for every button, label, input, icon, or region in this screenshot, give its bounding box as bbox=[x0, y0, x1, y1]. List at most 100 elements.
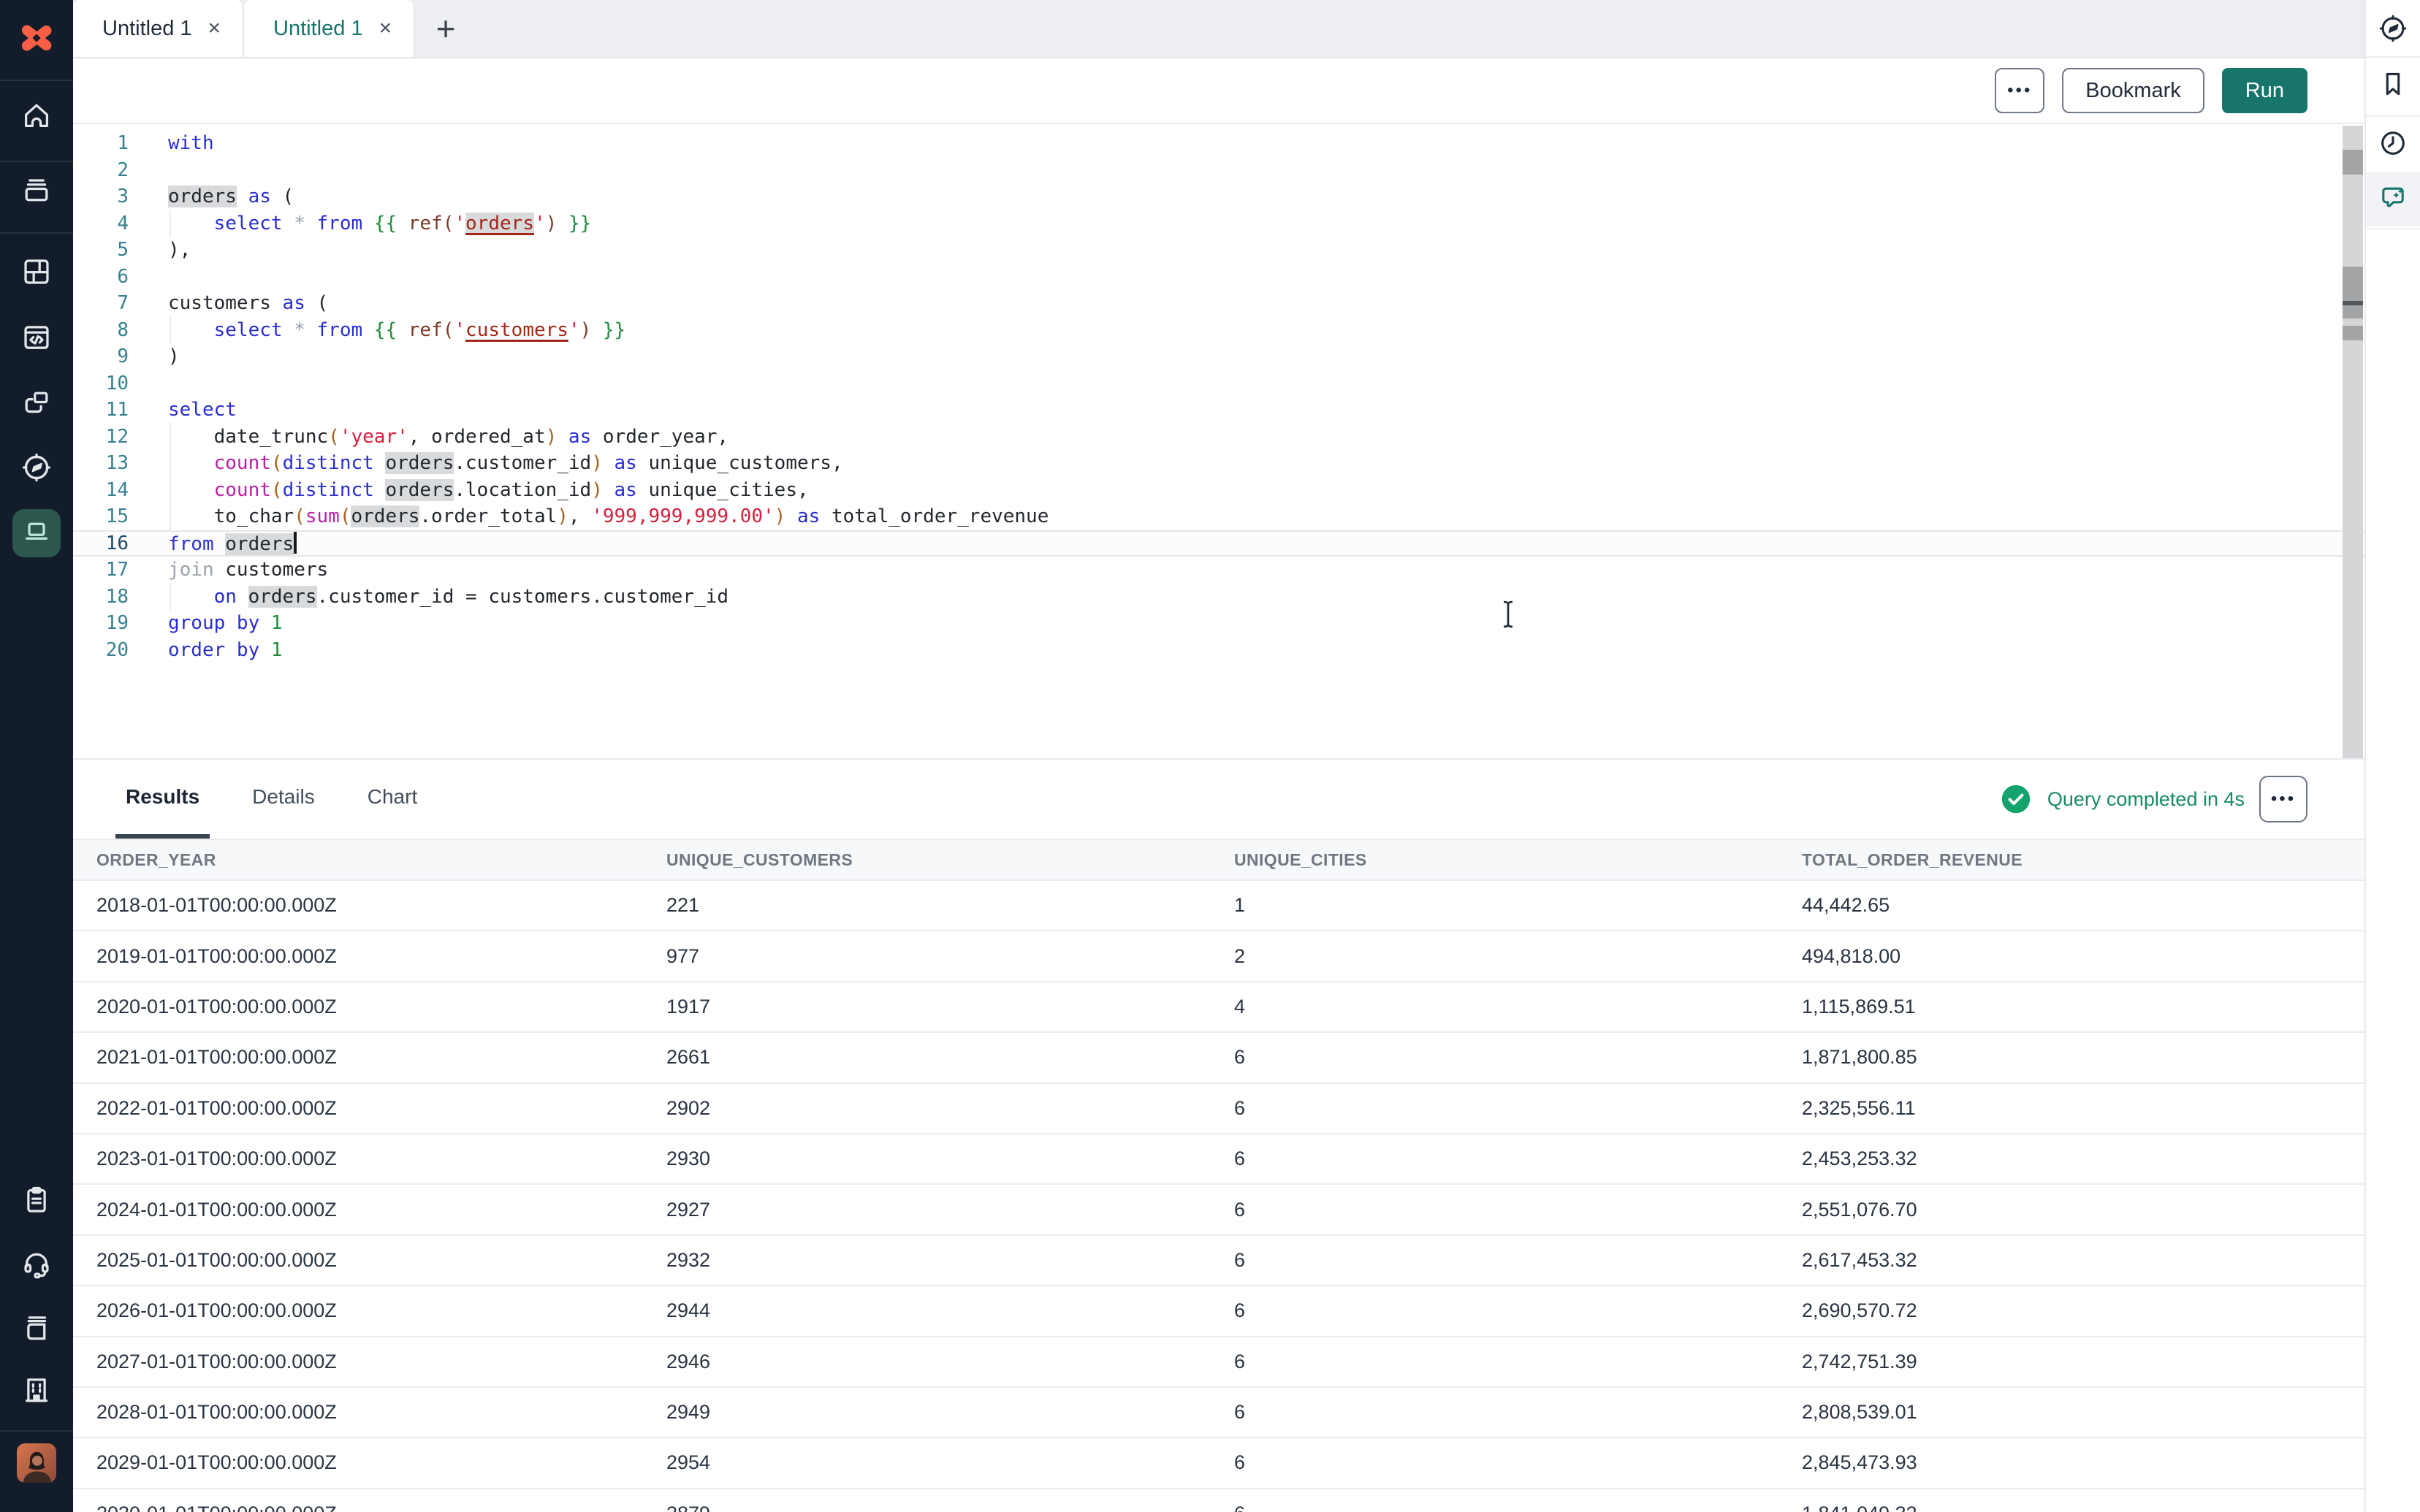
table-row[interactable]: 2019-01-01T00:00:00.000Z9772494,818.00 bbox=[73, 931, 2364, 982]
code-line-9[interactable]: 9) bbox=[73, 343, 2364, 370]
table-row[interactable]: 2020-01-01T00:00:00.000Z191741,115,869.5… bbox=[73, 982, 2364, 1033]
table-cell: 1,115,869.51 bbox=[1802, 996, 2364, 1018]
sidebar-item-clipboard[interactable] bbox=[12, 1177, 61, 1226]
code-line-12[interactable]: 12 date_trunc('year', ordered_at) as ord… bbox=[73, 424, 2364, 451]
table-cell: 2954 bbox=[666, 1451, 1234, 1474]
sidebar-item-bookmarks[interactable] bbox=[2366, 58, 2420, 112]
table-row[interactable]: 2029-01-01T00:00:00.000Z295462,845,473.9… bbox=[73, 1438, 2364, 1489]
table-cell: 6 bbox=[1234, 1401, 1802, 1424]
code-line-8[interactable]: 8 select * from {{ ref('customers') }} bbox=[73, 317, 2364, 344]
table-cell: 6 bbox=[1234, 1199, 1802, 1221]
results-tab-results[interactable]: Results bbox=[115, 760, 210, 839]
tab-untitled-1[interactable]: Untitled 1 × bbox=[73, 0, 244, 57]
code-line-14[interactable]: 14 count(distinct orders.location_id) as… bbox=[73, 477, 2364, 504]
table-row[interactable]: 2022-01-01T00:00:00.000Z290262,325,556.1… bbox=[73, 1084, 2364, 1134]
line-number: 13 bbox=[73, 452, 129, 474]
scrollbar-thumb[interactable] bbox=[2343, 150, 2363, 175]
sidebar-item-organization[interactable] bbox=[12, 1367, 61, 1416]
scrollbar-mark bbox=[2343, 326, 2363, 340]
sidebar-item-support[interactable] bbox=[12, 1242, 61, 1290]
table-cell: 4 bbox=[1234, 996, 1802, 1018]
table-cell: 6 bbox=[1234, 1249, 1802, 1272]
table-row[interactable]: 2026-01-01T00:00:00.000Z294462,690,570.7… bbox=[73, 1286, 2364, 1337]
code-line-7[interactable]: 7customers as ( bbox=[73, 290, 2364, 317]
table-cell: 2019-01-01T00:00:00.000Z bbox=[96, 945, 666, 968]
scrollbar-mark bbox=[2343, 267, 2363, 302]
line-number: 16 bbox=[73, 532, 129, 554]
table-row[interactable]: 2027-01-01T00:00:00.000Z294662,742,751.3… bbox=[73, 1337, 2364, 1388]
results-tab-chart[interactable]: Chart bbox=[357, 760, 427, 839]
code-text: to_char(sum(orders.order_total), '999,99… bbox=[168, 505, 1049, 527]
code-line-5[interactable]: 5), bbox=[73, 237, 2364, 264]
run-button[interactable]: Run bbox=[2222, 68, 2307, 113]
sidebar-item-home[interactable] bbox=[12, 93, 61, 141]
sidebar-item-workspace[interactable] bbox=[12, 509, 61, 557]
sidebar-item-projects[interactable] bbox=[12, 167, 61, 215]
sidebar-item-user[interactable] bbox=[12, 1440, 61, 1489]
new-tab-button[interactable]: + bbox=[415, 0, 476, 57]
code-line-10[interactable]: 10 bbox=[73, 370, 2364, 397]
home-icon bbox=[20, 99, 53, 136]
table-cell: 2,325,556.11 bbox=[1802, 1097, 2364, 1120]
sidebar-item-docs[interactable] bbox=[12, 1305, 61, 1353]
line-number: 2 bbox=[73, 159, 129, 181]
line-number: 1 bbox=[73, 132, 129, 154]
table-row[interactable]: 2030-01-01T00:00:00.000Z287961,841,049.3… bbox=[73, 1489, 2364, 1512]
sidebar-item-apps[interactable] bbox=[12, 249, 61, 297]
results-more-button[interactable]: ••• bbox=[2259, 776, 2307, 822]
code-line-20[interactable]: 20order by 1 bbox=[73, 637, 2364, 664]
code-line-1[interactable]: 1with bbox=[73, 130, 2364, 157]
results-toolbar: Results Details Chart Query completed in 4… bbox=[73, 760, 2364, 839]
bookmark-button[interactable]: Bookmark bbox=[2062, 68, 2204, 113]
left-sidebar bbox=[0, 0, 73, 1512]
table-cell: 2024-01-01T00:00:00.000Z bbox=[96, 1199, 666, 1221]
code-line-17[interactable]: 17join customers bbox=[73, 557, 2364, 584]
results-tab-details[interactable]: Details bbox=[242, 760, 325, 839]
column-header[interactable]: UNIQUE_CUSTOMERS bbox=[666, 850, 1234, 870]
query-status: Query completed in 4s ••• bbox=[1999, 760, 2364, 839]
code-line-15[interactable]: 15 to_char(sum(orders.order_total), '999… bbox=[73, 503, 2364, 530]
code-line-6[interactable]: 6 bbox=[73, 264, 2364, 291]
sidebar-item-explore[interactable] bbox=[12, 445, 61, 493]
table-row[interactable]: 2028-01-01T00:00:00.000Z294962,808,539.0… bbox=[73, 1388, 2364, 1438]
code-line-3[interactable]: 3orders as ( bbox=[73, 183, 2364, 210]
tab-close-icon[interactable]: × bbox=[205, 15, 224, 42]
sidebar-item-ai-assistant[interactable] bbox=[2366, 172, 2420, 226]
table-cell: 2,845,473.93 bbox=[1802, 1451, 2364, 1474]
table-row[interactable]: 2018-01-01T00:00:00.000Z221144,442.65 bbox=[73, 881, 2364, 931]
table-row[interactable]: 2025-01-01T00:00:00.000Z293262,617,453.3… bbox=[73, 1236, 2364, 1286]
table-cell: 2,742,751.39 bbox=[1802, 1351, 2364, 1373]
sidebar-item-templates[interactable] bbox=[12, 381, 61, 429]
table-body[interactable]: 2018-01-01T00:00:00.000Z221144,442.65201… bbox=[73, 881, 2364, 1512]
column-header[interactable]: TOTAL_ORDER_REVENUE bbox=[1802, 850, 2364, 870]
laptop-icon bbox=[20, 515, 53, 552]
code-line-18[interactable]: 18 on orders.customer_id = customers.cus… bbox=[73, 584, 2364, 611]
code-line-2[interactable]: 2 bbox=[73, 157, 2364, 184]
sidebar-item-notebooks[interactable] bbox=[12, 315, 61, 363]
column-header[interactable]: ORDER_YEAR bbox=[96, 850, 666, 870]
code-line-19[interactable]: 19group by 1 bbox=[73, 610, 2364, 637]
table-cell: 6 bbox=[1234, 1097, 1802, 1120]
table-row[interactable]: 2021-01-01T00:00:00.000Z266161,871,800.8… bbox=[73, 1033, 2364, 1083]
hex-logo[interactable] bbox=[15, 17, 58, 59]
sql-editor[interactable]: 1with23orders as (4 select * from {{ ref… bbox=[73, 126, 2364, 758]
code-line-4[interactable]: 4 select * from {{ ref('orders') }} bbox=[73, 210, 2364, 237]
code-line-11[interactable]: 11select bbox=[73, 397, 2364, 424]
line-number: 10 bbox=[73, 373, 129, 394]
table-row[interactable]: 2024-01-01T00:00:00.000Z292762,551,076.7… bbox=[73, 1185, 2364, 1235]
table-cell: 2,690,570.72 bbox=[1802, 1299, 2364, 1322]
sidebar-item-explore[interactable] bbox=[2366, 3, 2420, 57]
clock-icon bbox=[2377, 127, 2409, 163]
column-header[interactable]: UNIQUE_CITIES bbox=[1234, 850, 1802, 870]
code-line-13[interactable]: 13 count(distinct orders.customer_id) as… bbox=[73, 450, 2364, 477]
compass-icon bbox=[20, 451, 53, 488]
code-line-16[interactable]: 16from orders bbox=[73, 530, 2364, 557]
right-sidebar bbox=[2364, 0, 2420, 1512]
table-row[interactable]: 2023-01-01T00:00:00.000Z293062,453,253.3… bbox=[73, 1134, 2364, 1185]
more-options-button[interactable]: ••• bbox=[1995, 68, 2044, 113]
sidebar-item-history[interactable] bbox=[2366, 118, 2420, 172]
tab-untitled-2[interactable]: Untitled 1 × bbox=[244, 0, 415, 57]
editor-scrollbar[interactable] bbox=[2343, 126, 2363, 758]
tab-close-icon[interactable]: × bbox=[376, 15, 395, 42]
archive-icon bbox=[20, 173, 53, 210]
